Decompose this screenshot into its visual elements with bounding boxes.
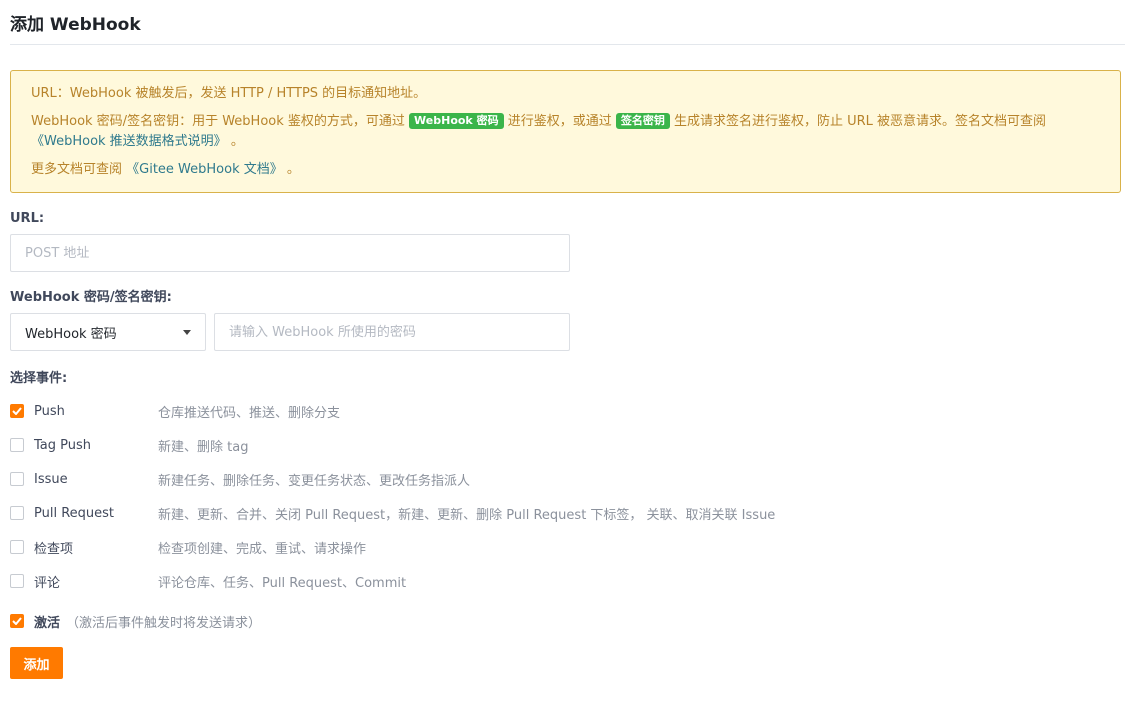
secret-row: WebHook 密码	[10, 313, 1125, 351]
check-item-checkbox[interactable]	[10, 540, 24, 554]
event-desc: 新建、更新、合并、关闭 Pull Request，新建、更新、删除 Pull R…	[158, 507, 776, 523]
event-name[interactable]: Push	[34, 404, 158, 419]
notice-secret-text-b: 进行鉴权，或通过	[503, 114, 616, 129]
activate-hint: （激活后事件触发时将发送请求）	[66, 615, 262, 631]
event-name[interactable]: 检查项	[34, 538, 158, 557]
comment-checkbox[interactable]	[10, 574, 24, 588]
pull-request-checkbox[interactable]	[10, 506, 24, 520]
secret-label: WebHook 密码/签名密钥:	[10, 290, 172, 305]
notice-secret-text-a: WebHook 密码/签名密钥：用于 WebHook 鉴权的方式，可通过	[31, 114, 410, 129]
notice-line-docs: 更多文档可查阅 《Gitee WebHook 文档》 。	[31, 160, 1100, 180]
secret-input[interactable]	[214, 313, 570, 351]
event-row-push: Push 仓库推送代码、推送、删除分支	[10, 394, 1125, 428]
secret-type-value: WebHook 密码	[25, 326, 117, 342]
event-row-tag-push: Tag Push 新建、删除 tag	[10, 428, 1125, 462]
event-desc: 仓库推送代码、推送、删除分支	[158, 405, 341, 421]
activate-label[interactable]: 激活	[34, 612, 60, 631]
event-name[interactable]: Tag Push	[34, 438, 158, 453]
event-row-comment: 评论 评论仓库、任务、Pull Request、Commit	[10, 564, 1125, 598]
url-label: URL:	[10, 211, 45, 226]
activate-row: 激活 （激活后事件触发时将发送请求）	[10, 604, 1125, 638]
notice-secret-text-c: 生成请求签名进行鉴权，防止 URL 被恶意请求。签名文档可查阅	[669, 114, 1047, 129]
add-button[interactable]: 添加	[10, 647, 63, 679]
check-icon	[12, 617, 22, 625]
format-doc-link[interactable]: 《WebHook 推送数据格式说明》	[31, 134, 227, 149]
notice-secret-end: 。	[226, 134, 244, 149]
check-icon	[12, 407, 22, 415]
notice-line-secret: WebHook 密码/签名密钥：用于 WebHook 鉴权的方式，可通过 Web…	[31, 112, 1100, 152]
event-list: Push 仓库推送代码、推送、删除分支 Tag Push 新建、删除 tag I…	[10, 394, 1125, 598]
info-notice: URL：WebHook 被触发后，发送 HTTP / HTTPS 的目标通知地址…	[10, 70, 1121, 193]
notice-docs-text: 更多文档可查阅	[31, 162, 127, 177]
webhook-page: 添加 WebHook URL：WebHook 被触发后，发送 HTTP / HT…	[0, 0, 1129, 679]
notice-docs-end: 。	[282, 162, 300, 177]
push-checkbox[interactable]	[10, 404, 24, 418]
page-header: 添加 WebHook	[10, 0, 1125, 45]
secret-type-select[interactable]: WebHook 密码	[10, 313, 206, 351]
gitee-doc-link[interactable]: 《Gitee WebHook 文档》	[126, 162, 283, 177]
event-desc: 检查项创建、完成、重试、请求操作	[158, 541, 367, 557]
page-title: 添加 WebHook	[10, 14, 141, 35]
issue-checkbox[interactable]	[10, 472, 24, 486]
event-row-issue: Issue 新建任务、删除任务、变更任务状态、更改任务指派人	[10, 462, 1125, 496]
event-desc: 新建任务、删除任务、变更任务状态、更改任务指派人	[158, 473, 471, 489]
url-input[interactable]	[10, 234, 570, 272]
activate-checkbox[interactable]	[10, 614, 24, 628]
notice-line-url: URL：WebHook 被触发后，发送 HTTP / HTTPS 的目标通知地址…	[31, 84, 1100, 104]
event-row-check-item: 检查项 检查项创建、完成、重试、请求操作	[10, 530, 1125, 564]
event-row-pull-request: Pull Request 新建、更新、合并、关闭 Pull Request，新建…	[10, 496, 1125, 530]
event-desc: 新建、删除 tag	[158, 439, 249, 455]
event-name[interactable]: Pull Request	[34, 506, 158, 521]
notice-url-text: URL：WebHook 被触发后，发送 HTTP / HTTPS 的目标通知地址…	[31, 86, 427, 101]
event-name[interactable]: Issue	[34, 472, 158, 487]
signature-badge: 签名密钥	[615, 113, 670, 129]
event-name[interactable]: 评论	[34, 572, 158, 591]
caret-down-icon	[183, 329, 191, 335]
events-label: 选择事件:	[10, 371, 68, 386]
password-badge: WebHook 密码	[409, 113, 504, 129]
event-desc: 评论仓库、任务、Pull Request、Commit	[158, 575, 407, 591]
tag-push-checkbox[interactable]	[10, 438, 24, 452]
